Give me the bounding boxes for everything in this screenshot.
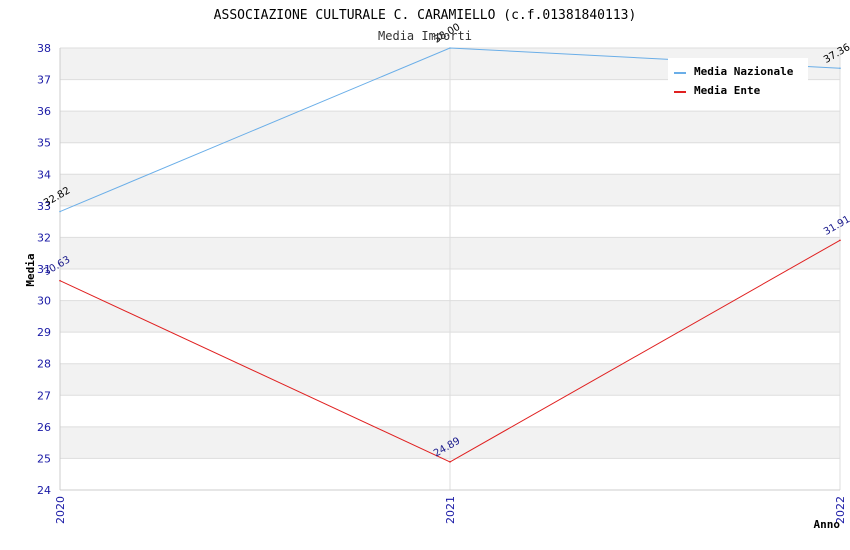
chart-subtitle: Media Importi — [378, 29, 472, 43]
y-tick-label: 34 — [37, 168, 51, 181]
y-tick-label: 24 — [37, 484, 51, 497]
y-tick-label: 35 — [37, 137, 51, 150]
x-tick-label: 2020 — [54, 496, 67, 524]
y-tick-label: 30 — [37, 295, 51, 308]
y-tick-label: 38 — [37, 42, 51, 55]
y-tick-label: 27 — [37, 389, 51, 402]
y-tick-label: 36 — [37, 105, 51, 118]
x-axis-label: Anno — [814, 518, 841, 531]
data-point — [839, 239, 841, 242]
x-tick-label: 2021 — [444, 496, 457, 524]
data-point — [59, 279, 61, 282]
y-tick-label: 25 — [37, 452, 51, 465]
legend-label-media-ente: Media Ente — [694, 84, 761, 97]
y-tick-label: 32 — [37, 231, 51, 244]
data-point — [59, 210, 61, 213]
data-point — [449, 47, 451, 49]
y-tick-label: 37 — [37, 74, 51, 87]
x-tick-labels: 2020 2021 2022 — [54, 496, 847, 524]
y-tick-label: 29 — [37, 326, 51, 339]
legend: Media Nazionale Media Ente — [668, 58, 808, 104]
chart-title: ASSOCIAZIONE CULTURALE C. CARAMIELLO (c.… — [214, 8, 637, 23]
legend-label-media-nazionale: Media Nazionale — [694, 65, 794, 78]
line-chart: 242526272829303132333435363738 2020 2021 2… — [24, 8, 850, 531]
data-point — [449, 461, 451, 463]
y-axis-label: Media — [24, 253, 37, 286]
y-tick-label: 28 — [37, 358, 51, 371]
data-point — [839, 67, 841, 70]
y-tick-label: 26 — [37, 421, 51, 434]
